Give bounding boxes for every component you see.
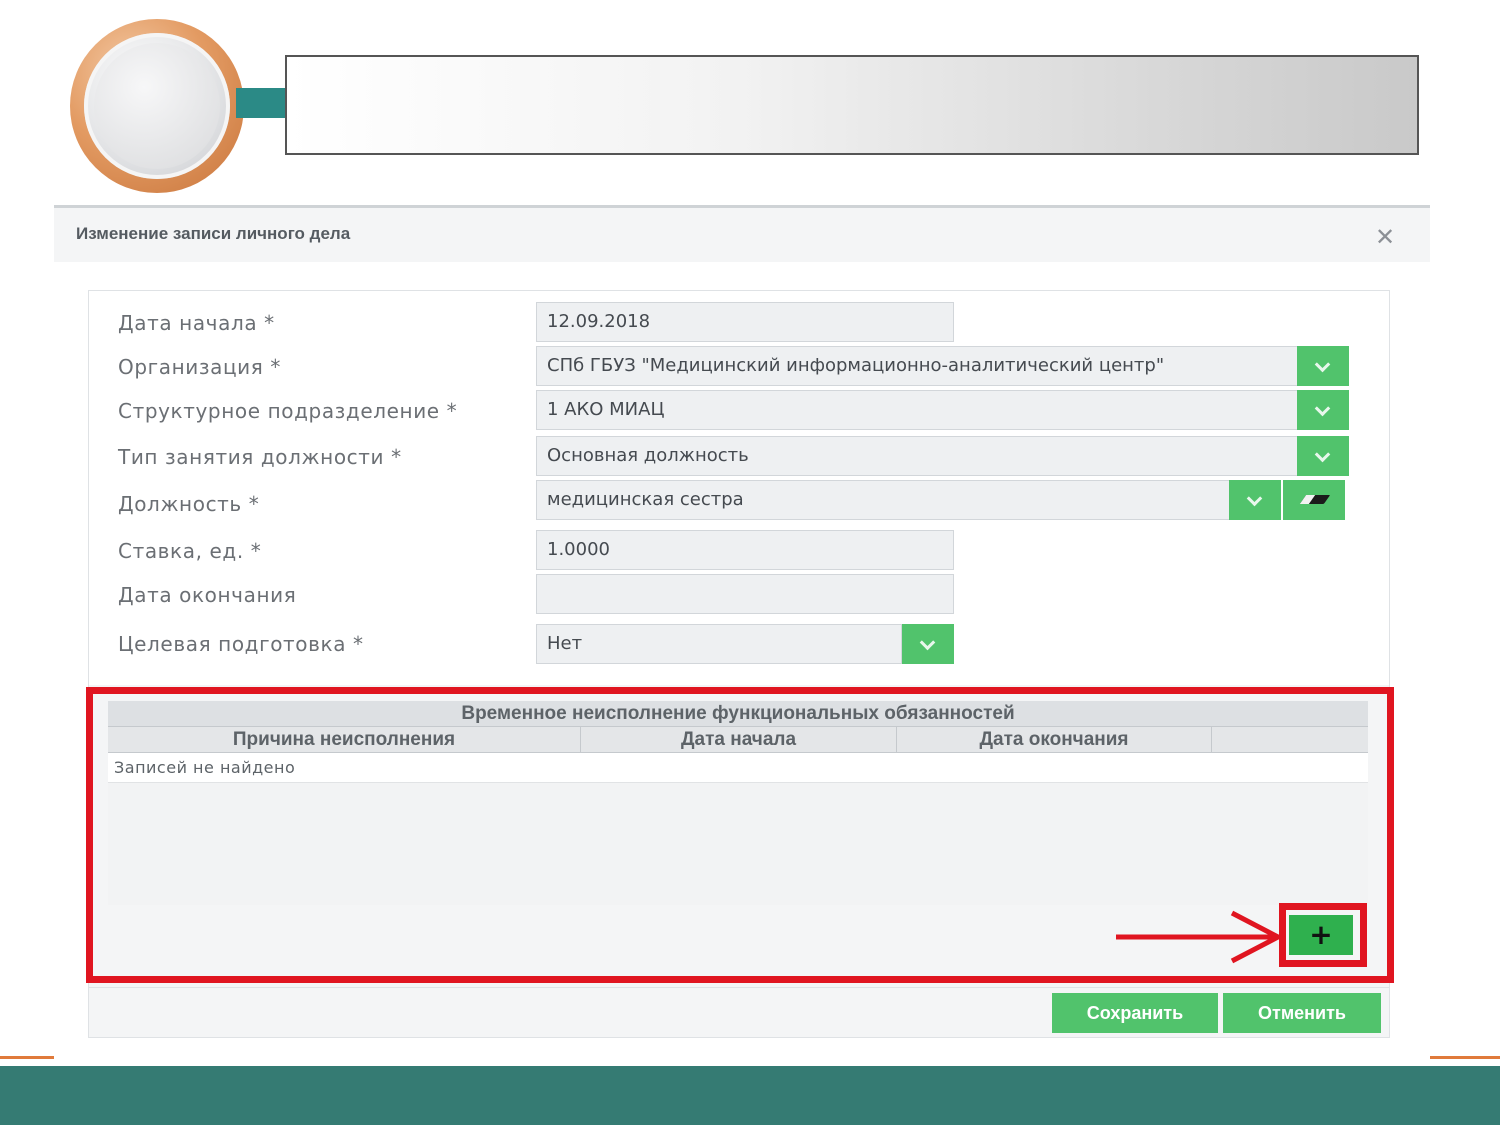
chevron-down-icon [1246, 490, 1263, 507]
organization-dropdown-button[interactable] [1297, 346, 1349, 386]
slide-footer-band [0, 1066, 1500, 1125]
end-date-label: Дата окончания [118, 583, 297, 607]
highlight-frame-add-button [1279, 903, 1367, 967]
decorative-circle-center [94, 43, 220, 169]
position-type-dropdown-button[interactable] [1297, 436, 1349, 476]
position-dropdown-button[interactable] [1229, 480, 1281, 520]
rate-label: Ставка, ед. * [118, 539, 262, 563]
form-fields: Дата начала * 12.09.2018 Организация * С… [89, 291, 1389, 685]
department-label: Структурное подразделение * [118, 399, 458, 423]
slide-title-box [285, 55, 1419, 155]
department-select[interactable]: 1 АКО МИАЦ [536, 390, 1298, 430]
dialog-header: Изменение записи личного дела ✕ [54, 208, 1430, 262]
decorative-connector [236, 88, 288, 118]
form-footer-divider [89, 987, 1389, 988]
chevron-down-icon [1314, 356, 1331, 373]
targeted-training-dropdown-button[interactable] [902, 624, 954, 664]
eraser-icon [1299, 495, 1331, 504]
chevron-down-icon [919, 634, 936, 651]
pointer-arrow-icon [1116, 910, 1284, 964]
position-select[interactable]: медицинская сестра [536, 480, 1230, 520]
chevron-down-icon [1314, 446, 1331, 463]
end-date-input[interactable] [536, 574, 954, 614]
edit-record-dialog: Изменение записи личного дела ✕ Дата нач… [54, 205, 1430, 1065]
rate-input[interactable]: 1.0000 [536, 530, 954, 570]
chevron-down-icon [1314, 400, 1331, 417]
dialog-title: Изменение записи личного дела [76, 224, 351, 243]
start-date-label: Дата начала * [118, 311, 275, 335]
save-button[interactable]: Сохранить [1052, 993, 1218, 1033]
decorative-line [0, 1056, 54, 1059]
targeted-training-label: Целевая подготовка * [118, 632, 364, 656]
cancel-button[interactable]: Отменить [1223, 993, 1381, 1033]
targeted-training-select[interactable]: Нет [536, 624, 902, 664]
position-label: Должность * [118, 492, 260, 516]
organization-select[interactable]: СПб ГБУЗ "Медицинский информационно-анал… [536, 346, 1298, 386]
close-icon[interactable]: ✕ [1372, 224, 1398, 250]
slide: Изменение записи личного дела ✕ Дата нач… [0, 0, 1500, 1125]
clear-position-button[interactable] [1283, 480, 1345, 520]
form-panel: Дата начала * 12.09.2018 Организация * С… [86, 290, 1394, 1038]
organization-label: Организация * [118, 355, 281, 379]
position-type-select[interactable]: Основная должность [536, 436, 1298, 476]
position-type-label: Тип занятия должности * [118, 445, 402, 469]
start-date-input[interactable]: 12.09.2018 [536, 302, 954, 342]
department-dropdown-button[interactable] [1297, 390, 1349, 430]
decorative-line [1430, 1056, 1500, 1059]
